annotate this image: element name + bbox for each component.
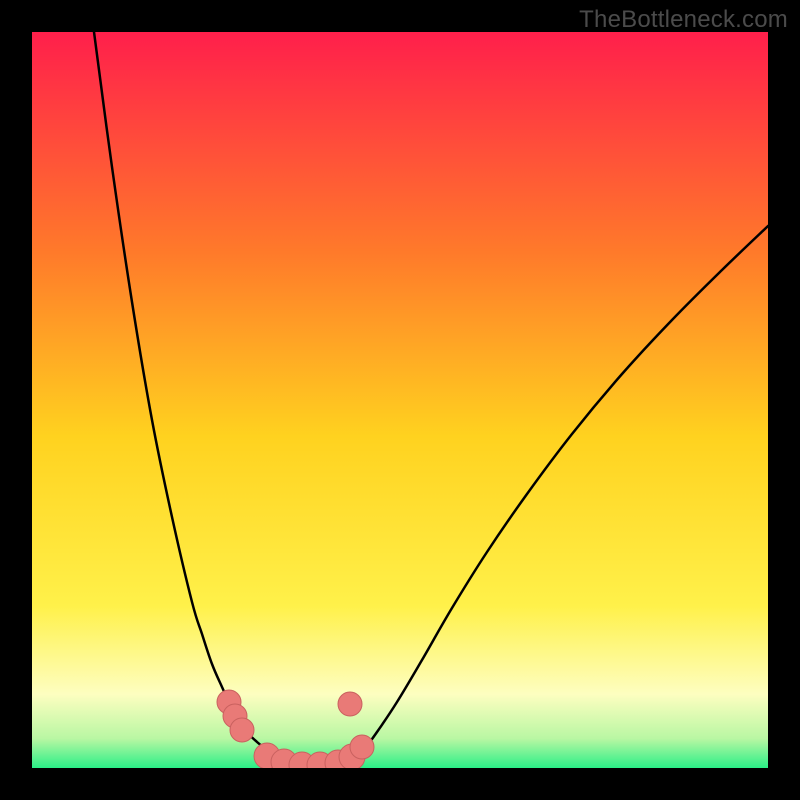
data-marker <box>230 718 254 742</box>
data-marker <box>338 692 362 716</box>
gradient-background <box>32 32 768 768</box>
watermark-text: TheBottleneck.com <box>579 6 788 34</box>
data-marker <box>350 735 374 759</box>
chart-svg <box>32 32 768 768</box>
plot-area <box>32 32 768 768</box>
chart-frame: TheBottleneck.com <box>0 0 800 800</box>
